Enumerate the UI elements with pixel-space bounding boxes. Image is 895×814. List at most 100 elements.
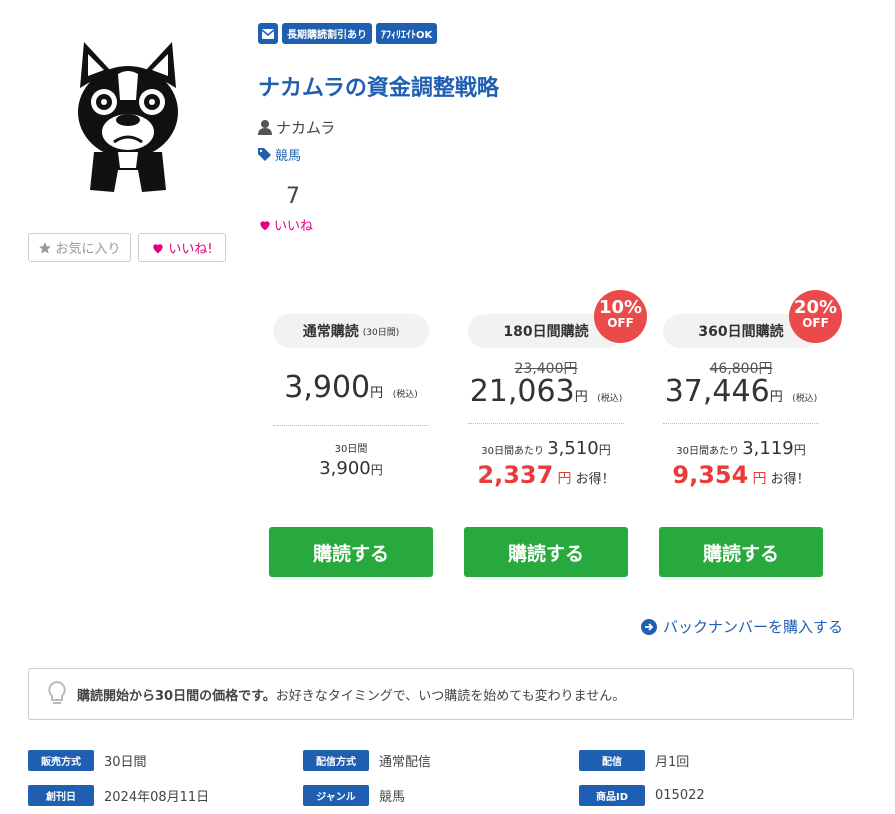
info-product-id: 商品ID 015022 <box>579 785 705 806</box>
info-label: 配信方式 <box>303 750 369 771</box>
plan-card-180: 180日間購読 10% OFF 23,400円 21,063円 (税込) 30日… <box>464 290 647 577</box>
info-sales-method: 販売方式 30日間 <box>28 750 147 771</box>
price-value: 3,900 <box>284 370 371 405</box>
arrow-circle-icon <box>641 618 657 635</box>
divider <box>663 423 819 424</box>
price-value: 37,446 <box>664 374 770 409</box>
plan-name: 通常購読 <box>302 324 359 340</box>
per-price-yen: 円 <box>598 443 611 457</box>
savings: 2,337 円 お得！ <box>464 461 628 489</box>
divider <box>468 423 624 424</box>
info-label: 配信 <box>579 750 645 771</box>
like-button[interactable]: いいね! <box>138 233 226 262</box>
price-notice: 購読開始から30日間の価格です。お好きなタイミングで、いつ購読を始めても変わりま… <box>28 668 854 720</box>
plan-price: 21,063円 (税込) <box>464 374 628 409</box>
like-text: いいね <box>274 219 314 234</box>
discount-badge: 20% OFF <box>789 290 842 343</box>
price-tax: (税込) <box>392 390 418 400</box>
info-value: 競馬 <box>379 790 406 805</box>
notice-text: 購読開始から30日間の価格です。お好きなタイミングで、いつ購読を始めても変わりま… <box>77 685 625 704</box>
divider <box>273 425 429 426</box>
long-term-discount-badge: 長期購読割引あり <box>282 23 372 44</box>
user-icon <box>258 120 272 135</box>
like-count: 7 <box>286 184 300 209</box>
discount-off: OFF <box>802 316 829 330</box>
savings: 9,354 円 お得！ <box>659 461 823 489</box>
favorite-label: お気に入り <box>55 242 121 257</box>
per-label: 30日間あたり <box>481 446 544 457</box>
savings-value: 2,337 <box>477 461 554 489</box>
backnumber-link[interactable]: バックナンバーを購入する <box>641 616 843 637</box>
info-genre: ジャンル 競馬 <box>303 785 405 806</box>
favorite-button[interactable]: お気に入り <box>28 233 131 262</box>
info-label: ジャンル <box>303 785 369 806</box>
savings-suffix: お得！ <box>575 472 615 487</box>
plan-header: 通常購読 (30日間) <box>273 314 429 348</box>
info-label: 創刊日 <box>28 785 94 806</box>
price-tax: (税込) <box>597 394 623 404</box>
discount-off: OFF <box>607 316 634 330</box>
star-icon <box>39 241 52 254</box>
per-price-value: 3,119 <box>742 438 794 459</box>
plan-price: 37,446円 (税込) <box>659 374 823 409</box>
savings-yen: 円 <box>557 471 572 487</box>
price-yen: 円 <box>370 386 384 401</box>
genre-label: 競馬 <box>275 149 302 164</box>
info-delivery-method: 配信方式 通常配信 <box>303 750 431 771</box>
discount-percent: 20% <box>793 297 838 318</box>
plan-name: 360日間購読 <box>698 324 784 340</box>
info-launch-date: 創刊日 2024年08月11日 <box>28 785 209 806</box>
plan-price: 3,900円 (税込) <box>269 370 433 405</box>
price-yen: 円 <box>574 390 588 405</box>
per-price-value: 3,900 <box>319 458 371 479</box>
notice-bold: 購読開始から30日間の価格です。 <box>77 688 276 704</box>
lightbulb-icon <box>48 681 66 704</box>
savings-suffix: お得！ <box>770 472 810 487</box>
info-value: 30日間 <box>104 755 147 770</box>
per-price-yen: 円 <box>793 443 806 457</box>
author[interactable]: ナカムラ <box>258 117 335 138</box>
mail-icon <box>262 28 274 39</box>
per-price-value: 3,510 <box>547 438 599 459</box>
info-value: 通常配信 <box>379 755 432 770</box>
info-value: 月1回 <box>655 755 690 770</box>
subscribe-button-360[interactable]: 購読する <box>659 527 823 577</box>
notice-rest: お好きなタイミングで、いつ購読を始めても変わりません。 <box>275 688 626 704</box>
plan-name: 180日間購読 <box>503 324 589 340</box>
plan-card-30: 通常購読 (30日間) 3,900円 (税込) 30日間 3,900円 購読する <box>269 314 433 577</box>
savings-yen: 円 <box>752 471 767 487</box>
backnumber-label: バックナンバーを購入する <box>663 618 844 636</box>
savings-value: 9,354 <box>672 461 749 489</box>
per-label: 30日間 <box>334 444 368 455</box>
original-price: 23,400円 <box>514 361 578 377</box>
info-value: 015022 <box>655 788 705 803</box>
author-name: ナカムラ <box>276 119 336 137</box>
subscribe-button-180[interactable]: 購読する <box>464 527 628 577</box>
info-label: 商品ID <box>579 785 645 806</box>
discount-percent: 10% <box>598 297 643 318</box>
per-price-yen: 円 <box>370 463 383 477</box>
affiliate-badge: ｱﾌｨﾘｴｲﾄOK <box>376 23 438 44</box>
heart-icon <box>260 221 270 231</box>
info-label: 販売方式 <box>28 750 94 771</box>
like-label: いいね! <box>168 242 213 257</box>
per-month: 30日間あたり 3,510円 <box>464 438 628 459</box>
price-value: 21,063 <box>469 374 575 409</box>
plan-note: (30日間) <box>362 327 400 338</box>
price-tax: (税込) <box>792 394 818 404</box>
subscribe-button-30[interactable]: 購読する <box>269 527 433 577</box>
per-month: 30日間あたり 3,119円 <box>659 438 823 459</box>
mail-badge <box>258 23 278 44</box>
per-price: 3,900円 <box>269 458 433 479</box>
badge-list: 長期購読割引あり ｱﾌｨﾘｴｲﾄOK <box>258 23 438 44</box>
magazine-title: ナカムラの資金調整戦略 <box>258 76 499 101</box>
genre-tag[interactable]: 競馬 <box>258 145 301 164</box>
info-delivery: 配信 月1回 <box>579 750 689 771</box>
heart-icon <box>153 243 164 253</box>
author-avatar <box>78 42 178 192</box>
price-yen: 円 <box>769 390 783 405</box>
per-label: 30日間あたり <box>676 446 739 457</box>
info-value: 2024年08月11日 <box>104 790 210 805</box>
plan-card-360: 360日間購読 20% OFF 46,800円 37,446円 (税込) 30日… <box>659 290 842 577</box>
tag-icon <box>258 148 271 161</box>
